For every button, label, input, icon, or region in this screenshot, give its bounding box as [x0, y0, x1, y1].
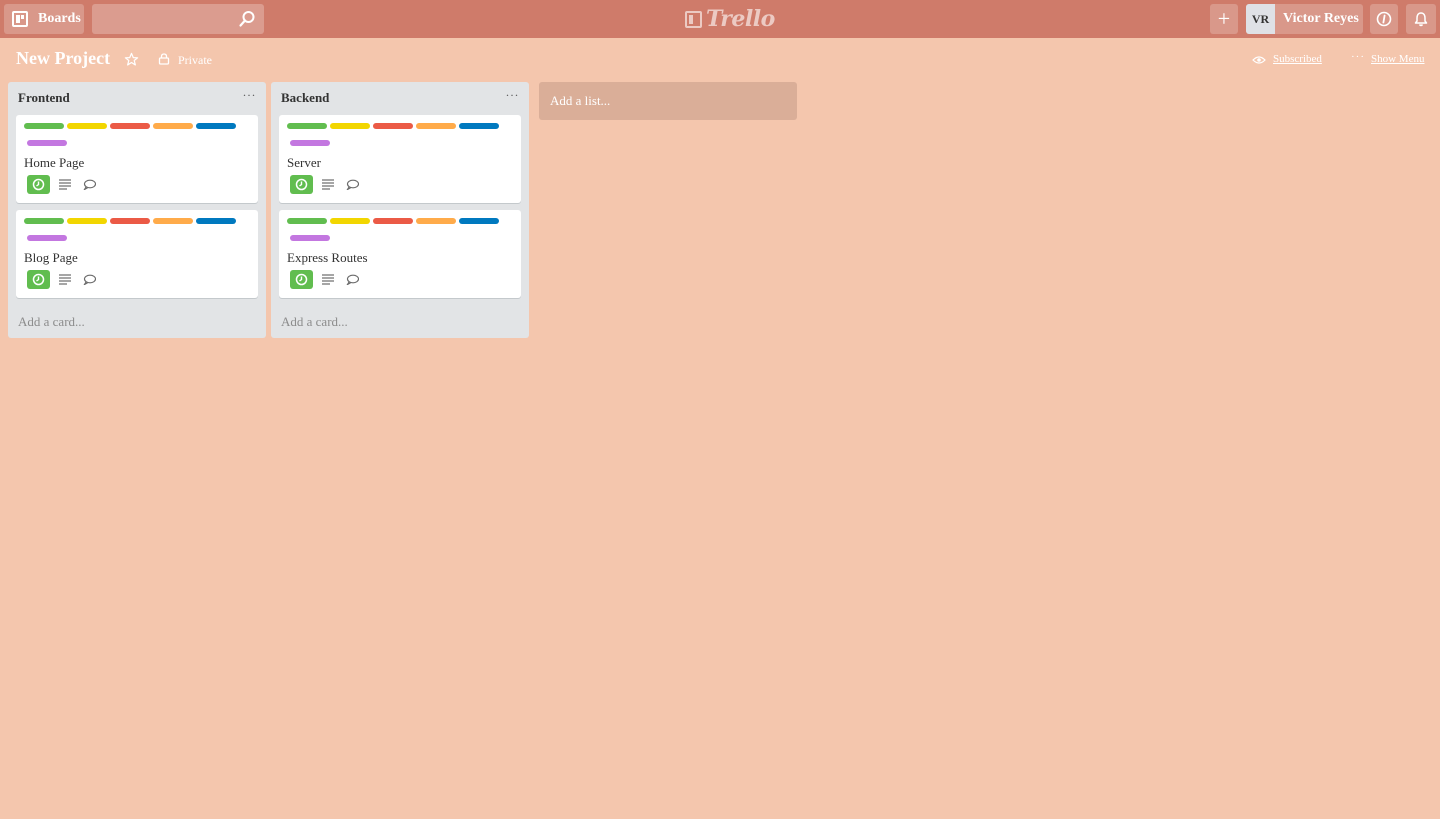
show-menu-link[interactable]: Show Menu [1371, 53, 1424, 65]
label-orange [153, 123, 193, 129]
label-blue [196, 218, 236, 224]
due-date-badge [27, 270, 50, 289]
label-blue [459, 123, 499, 129]
label-yellow [67, 218, 107, 224]
top-bar: Boards Trello + VR Victor Reyes [0, 0, 1440, 38]
comment-icon [83, 179, 96, 190]
list-backend: Backend ··· Server Express Routes Add a … [271, 82, 529, 338]
label-red [373, 123, 413, 129]
due-date-badge [290, 175, 313, 194]
due-date-badge [290, 270, 313, 289]
lock-icon [158, 53, 170, 65]
board-title[interactable]: New Project [16, 48, 110, 69]
label-orange [416, 218, 456, 224]
avatar: VR [1246, 4, 1275, 34]
search-input[interactable] [92, 4, 232, 34]
subscribed-link[interactable]: Subscribed [1273, 53, 1322, 65]
card[interactable]: Express Routes [279, 210, 521, 298]
user-name: Victor Reyes [1283, 11, 1359, 26]
label-green [287, 123, 327, 129]
comment-icon [346, 179, 359, 190]
label-purple [290, 235, 330, 241]
trello-logo-text: Trello [706, 6, 775, 32]
card[interactable]: Home Page [16, 115, 258, 203]
card[interactable]: Server [279, 115, 521, 203]
list-menu-button[interactable]: ··· [506, 88, 520, 103]
label-blue [459, 218, 499, 224]
description-icon [59, 274, 71, 285]
label-red [110, 123, 150, 129]
description-icon [322, 179, 334, 190]
comment-icon [346, 274, 359, 285]
boards-label: Boards [38, 11, 81, 26]
label-purple [290, 140, 330, 146]
star-icon[interactable] [124, 52, 139, 67]
label-yellow [330, 218, 370, 224]
info-button[interactable] [1370, 4, 1398, 34]
due-date-badge [27, 175, 50, 194]
label-red [110, 218, 150, 224]
description-icon [322, 274, 334, 285]
label-green [24, 123, 64, 129]
add-button[interactable]: + [1210, 4, 1238, 34]
add-card-button[interactable]: Add a card... [281, 314, 348, 330]
list-title[interactable]: Frontend [18, 90, 70, 106]
clock-icon [32, 178, 45, 191]
menu-dots-icon: ··· [1351, 51, 1365, 63]
label-purple [27, 235, 67, 241]
card-title: Express Routes [287, 250, 368, 265]
plus-icon: + [1217, 6, 1231, 31]
boards-button[interactable]: Boards [4, 4, 84, 34]
label-yellow [330, 123, 370, 129]
boards-icon [12, 11, 28, 27]
add-list-button[interactable]: Add a list... [539, 82, 797, 120]
privacy-button[interactable]: Private [178, 53, 212, 68]
eye-icon [1252, 56, 1266, 64]
trello-logo[interactable]: Trello [685, 6, 775, 32]
info-icon [1376, 11, 1392, 27]
label-red [373, 218, 413, 224]
card-title: Blog Page [24, 250, 78, 265]
clock-icon [295, 178, 308, 191]
label-yellow [67, 123, 107, 129]
description-icon [59, 179, 71, 190]
search-icon[interactable] [238, 10, 256, 28]
notifications-button[interactable] [1406, 4, 1436, 34]
list-title[interactable]: Backend [281, 90, 329, 106]
label-green [24, 218, 64, 224]
comment-icon [83, 274, 96, 285]
list-menu-button[interactable]: ··· [243, 88, 257, 103]
add-card-button[interactable]: Add a card... [18, 314, 85, 330]
bell-icon [1414, 12, 1428, 27]
label-blue [196, 123, 236, 129]
label-purple [27, 140, 67, 146]
label-orange [416, 123, 456, 129]
clock-icon [295, 273, 308, 286]
label-green [287, 218, 327, 224]
label-orange [153, 218, 193, 224]
user-menu-button[interactable]: VR Victor Reyes [1246, 4, 1363, 34]
card-title: Server [287, 155, 321, 170]
card-title: Home Page [24, 155, 85, 170]
list-frontend: Frontend ··· Home Page Blog Page Add a c… [8, 82, 266, 338]
search-box [92, 4, 264, 34]
clock-icon [32, 273, 45, 286]
card[interactable]: Blog Page [16, 210, 258, 298]
trello-logo-icon [685, 10, 702, 28]
